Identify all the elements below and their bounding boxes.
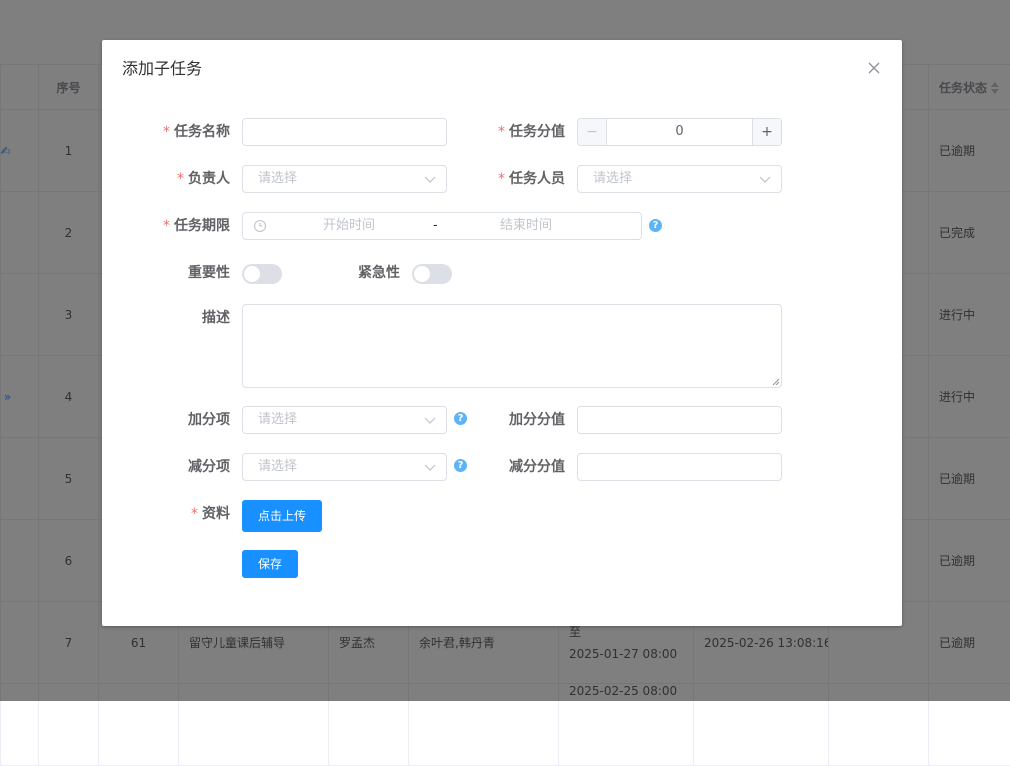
close-icon[interactable] — [866, 60, 882, 76]
task-score-stepper[interactable]: − 0 + — [577, 118, 782, 146]
urgent-switch[interactable] — [412, 264, 452, 284]
bonus-item-select[interactable]: 请选择 — [242, 406, 447, 434]
period-date-range[interactable]: 开始时间 - 结束时间 — [242, 212, 642, 240]
period-label: *任务期限 — [163, 212, 230, 240]
penalty-value-label: 减分分值 — [509, 453, 565, 481]
bonus-value-input[interactable] — [577, 406, 782, 434]
add-subtask-dialog: 添加子任务 *任务名称 *任务分值 − 0 + *负责人 请选择 *任务人员 请… — [102, 40, 902, 626]
owner-label: *负责人 — [177, 165, 230, 193]
question-circle-icon[interactable]: ? — [454, 459, 467, 472]
chevron-down-icon — [424, 415, 436, 425]
members-label: *任务人员 — [498, 165, 565, 193]
penalty-value-field[interactable] — [578, 454, 781, 480]
owner-select[interactable]: 请选择 — [242, 165, 447, 193]
chevron-down-icon — [424, 174, 436, 184]
penalty-value-input[interactable] — [577, 453, 782, 481]
task-name-label: *任务名称 — [163, 118, 230, 146]
upload-button[interactable]: 点击上传 — [242, 500, 322, 532]
dialog-title: 添加子任务 — [122, 59, 202, 79]
clock-icon — [253, 219, 267, 233]
task-name-field[interactable] — [243, 119, 446, 145]
chevron-down-icon — [424, 462, 436, 472]
material-label: *资料 — [191, 500, 230, 528]
description-textarea[interactable] — [242, 304, 782, 388]
task-score-label: *任务分值 — [498, 118, 565, 146]
description-label: 描述 — [202, 304, 230, 332]
decrease-button[interactable]: − — [578, 119, 607, 145]
question-circle-icon[interactable]: ? — [649, 219, 662, 232]
resize-handle-icon[interactable] — [772, 378, 780, 386]
members-select[interactable]: 请选择 — [577, 165, 782, 193]
start-time-input[interactable]: 开始时间 — [323, 213, 375, 239]
chevron-down-icon — [759, 174, 771, 184]
important-label: 重要性 — [188, 259, 230, 287]
increase-button[interactable]: + — [752, 119, 781, 145]
task-score-value[interactable]: 0 — [606, 119, 753, 145]
penalty-item-label: 减分项 — [188, 453, 230, 481]
penalty-item-select[interactable]: 请选择 — [242, 453, 447, 481]
range-separator: - — [433, 213, 438, 239]
important-switch[interactable] — [242, 264, 282, 284]
task-name-input[interactable] — [242, 118, 447, 146]
urgent-label: 紧急性 — [358, 259, 400, 287]
bonus-value-field[interactable] — [578, 407, 781, 433]
bonus-value-label: 加分分值 — [509, 406, 565, 434]
end-time-input[interactable]: 结束时间 — [500, 213, 552, 239]
save-button[interactable]: 保存 — [242, 550, 298, 578]
question-circle-icon[interactable]: ? — [454, 412, 467, 425]
bonus-item-label: 加分项 — [188, 406, 230, 434]
description-field[interactable] — [243, 305, 781, 387]
